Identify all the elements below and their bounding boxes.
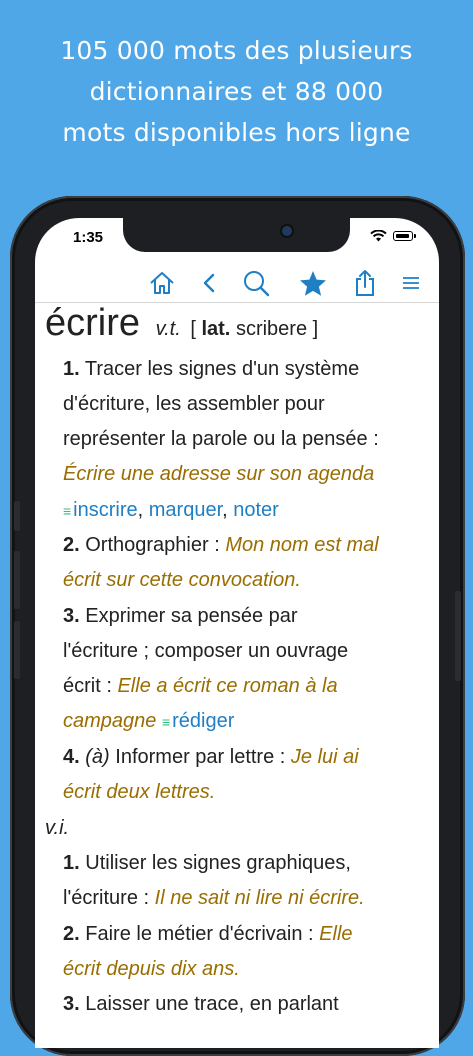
- etym-lang: lat.: [201, 318, 231, 340]
- sense-3-line-2: l'écriture ; composer un ouvrage: [63, 640, 349, 662]
- sense-1-line-3: représenter la parole ou la pensée :: [63, 428, 379, 450]
- sense-number: 4.: [63, 746, 80, 768]
- isense-1-line-2: l'écriture : Il ne sait ni lire ni écrir…: [63, 881, 365, 916]
- sense-1-line-1: 1. Tracer les signes d'un système: [63, 352, 359, 387]
- home-icon: [150, 272, 174, 294]
- definition-text: Utiliser les signes graphiques,: [85, 852, 351, 874]
- menu-button[interactable]: [394, 266, 428, 300]
- example-text: Il ne sait ni lire ni écrire.: [154, 887, 365, 909]
- example-text: Mon nom est mal: [225, 534, 379, 556]
- sense-number: 1.: [63, 852, 80, 874]
- example-text: Je lui ai: [290, 746, 359, 768]
- volume-down-button: [14, 621, 20, 679]
- sense-1-synonyms: ≡ inscrire, marquer, noter: [63, 493, 279, 529]
- etym-open: [: [190, 318, 196, 340]
- back-button[interactable]: [192, 266, 226, 300]
- etymology: [ lat. scribere ]: [190, 318, 318, 340]
- isense-2-line-1: 2. Faire le métier d'écrivain : Elle: [63, 917, 353, 952]
- synonym-icon: ≡: [161, 714, 171, 730]
- status-time: 1:35: [73, 229, 104, 246]
- battery-icon: [393, 231, 416, 241]
- synonym-link[interactable]: marquer: [149, 499, 222, 521]
- notch: [123, 218, 350, 252]
- banner-line-2: dictionnaires et 88 000: [89, 77, 384, 106]
- share-button[interactable]: [348, 266, 382, 300]
- example-text: Elle a écrit ce roman à la: [117, 675, 338, 697]
- definition-text: Tracer les signes d'un système: [84, 358, 360, 380]
- definition-text: Orthographier :: [85, 534, 220, 556]
- synonym-link[interactable]: noter: [233, 499, 279, 521]
- definition-text: Laisser une trace, en parlant: [85, 993, 339, 1015]
- sense-3-line-3: écrit : Elle a écrit ce roman à la: [63, 669, 338, 704]
- definition-text: Faire le métier d'écrivain :: [85, 923, 314, 945]
- banner-line-3: mots disponibles hors ligne: [62, 118, 411, 147]
- etym-word: scribere: [235, 318, 308, 340]
- definition-text: écrit :: [63, 675, 112, 697]
- sense-3-line-1: 3. Exprimer sa pensée par: [63, 599, 298, 634]
- isense-3-line-1: 3. Laisser une trace, en parlant: [63, 987, 339, 1022]
- definition-text: Exprimer sa pensée par: [85, 605, 298, 627]
- search-icon: [244, 271, 270, 297]
- construction: (à): [85, 746, 110, 768]
- sense-number: 2.: [63, 534, 80, 556]
- sense-3-line-4: campagne ≡ rédiger: [63, 704, 234, 740]
- favorite-button[interactable]: [296, 266, 330, 300]
- entry-header: écrire v.t. [ lat. scribere ]: [45, 304, 318, 347]
- definition-text: Informer par lettre :: [115, 746, 286, 768]
- sense-4-example: écrit deux lettres.: [63, 781, 216, 803]
- sense-number: 3.: [63, 993, 80, 1015]
- synonym-icon: ≡: [63, 503, 72, 519]
- volume-up-button: [14, 551, 20, 609]
- sense-2-line-1: 2. Orthographier : Mon nom est mal: [63, 528, 379, 563]
- app-screen: 1:35 écrire v.t. [lat. scribere] 1. Tr…: [35, 218, 439, 1048]
- sense-number: 2.: [63, 923, 80, 945]
- part-of-speech: v.t.: [155, 318, 181, 340]
- menu-icon: [403, 277, 419, 289]
- headword: écrire: [45, 302, 141, 344]
- mute-switch: [14, 501, 20, 531]
- isense-2-example: écrit depuis dix ans.: [63, 958, 240, 980]
- sense-4-line-1: 4. (à) Informer par lettre : Je lui ai: [63, 740, 359, 775]
- camera-icon: [282, 226, 292, 236]
- part-of-speech-intransitive: v.i.: [45, 817, 70, 839]
- sense-number: 1.: [63, 358, 80, 380]
- synonym-link[interactable]: inscrire: [73, 499, 137, 521]
- share-icon: [356, 270, 374, 296]
- sense-1-example: Écrire une adresse sur son agenda: [63, 463, 375, 485]
- separator: ,: [137, 499, 144, 521]
- example-text: campagne: [63, 710, 157, 732]
- sense-1-line-2: d'écriture, les assembler pour: [63, 393, 325, 415]
- example-text: Elle: [319, 923, 353, 945]
- definition-text: l'écriture :: [63, 887, 150, 909]
- star-icon: [300, 270, 326, 296]
- separator: ,: [222, 499, 228, 521]
- promo-banner: 105 000 mots des plusieurs dictionnaires…: [0, 30, 473, 153]
- home-button[interactable]: [145, 266, 179, 300]
- status-icons: [370, 230, 416, 242]
- isense-1-line-1: 1. Utiliser les signes graphiques,: [63, 846, 351, 881]
- search-button[interactable]: [239, 266, 273, 300]
- etym-close: ]: [312, 318, 319, 340]
- wifi-icon: [370, 230, 387, 242]
- sense-number: 3.: [63, 605, 80, 627]
- power-button: [455, 591, 461, 681]
- synonym-link[interactable]: rédiger: [172, 710, 234, 732]
- sense-2-example: écrit sur cette convocation.: [63, 569, 301, 591]
- banner-line-1: 105 000 mots des plusieurs: [60, 36, 413, 65]
- toolbar: [35, 262, 439, 303]
- back-icon: [203, 273, 215, 293]
